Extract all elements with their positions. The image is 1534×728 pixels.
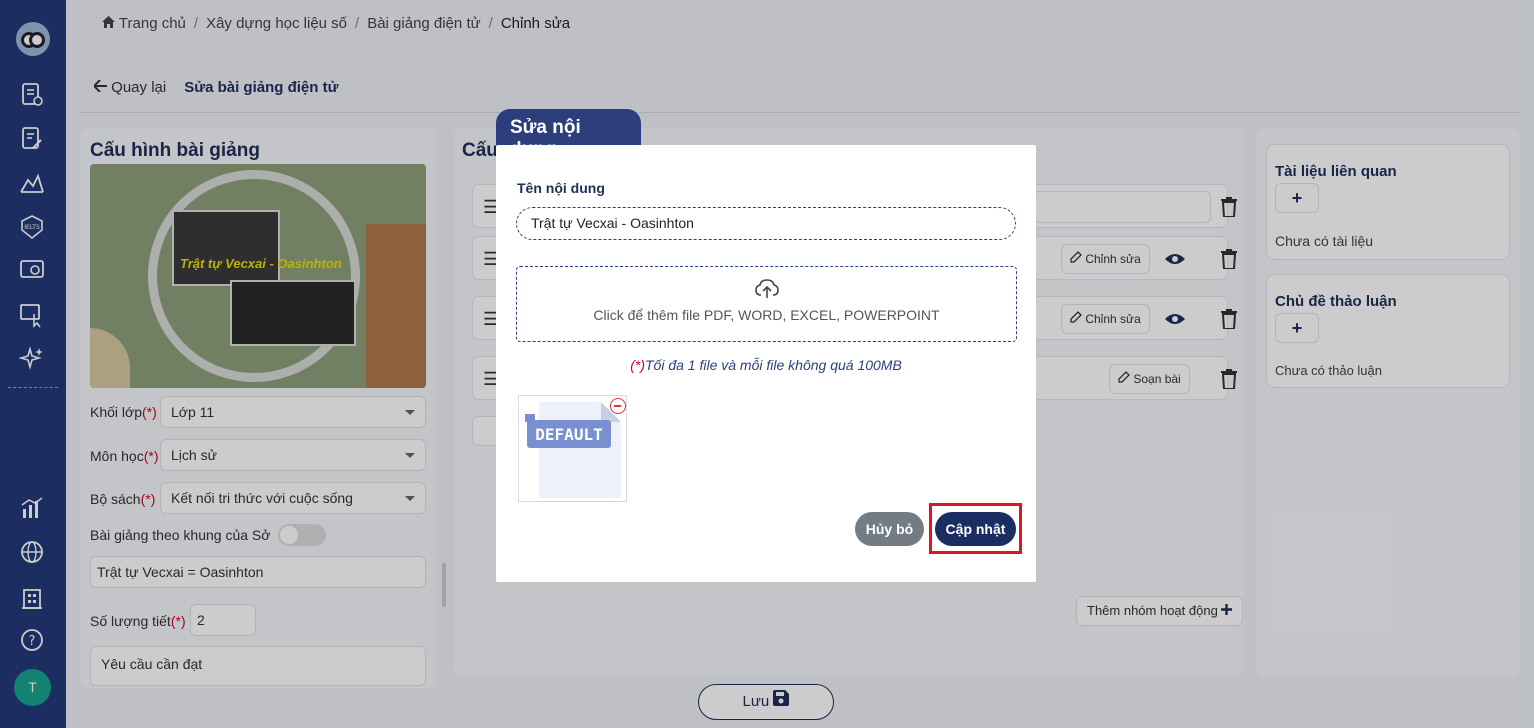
content-name-label: Tên nội dung bbox=[517, 180, 605, 196]
modal-title: Sửa nội dung bbox=[496, 109, 641, 160]
dropzone-text: Click để thêm file PDF, WORD, EXCEL, POW… bbox=[593, 307, 940, 323]
cancel-button[interactable]: Hủy bỏ bbox=[855, 512, 924, 546]
cloud-upload-icon bbox=[755, 279, 779, 298]
remove-file-icon[interactable] bbox=[610, 398, 626, 414]
upload-limit-note: (*)Tối đa 1 file và mỗi file không quá 1… bbox=[630, 357, 902, 373]
uploaded-file-card: DEFAULT bbox=[518, 395, 627, 502]
file-dropzone[interactable]: Click để thêm file PDF, WORD, EXCEL, POW… bbox=[516, 266, 1017, 342]
file-badge: DEFAULT bbox=[535, 425, 602, 444]
update-button-highlight bbox=[929, 503, 1022, 554]
content-name-input[interactable]: Trật tự Vecxai - Oasinhton bbox=[516, 207, 1016, 240]
default-file-icon: DEFAULT bbox=[525, 402, 621, 498]
